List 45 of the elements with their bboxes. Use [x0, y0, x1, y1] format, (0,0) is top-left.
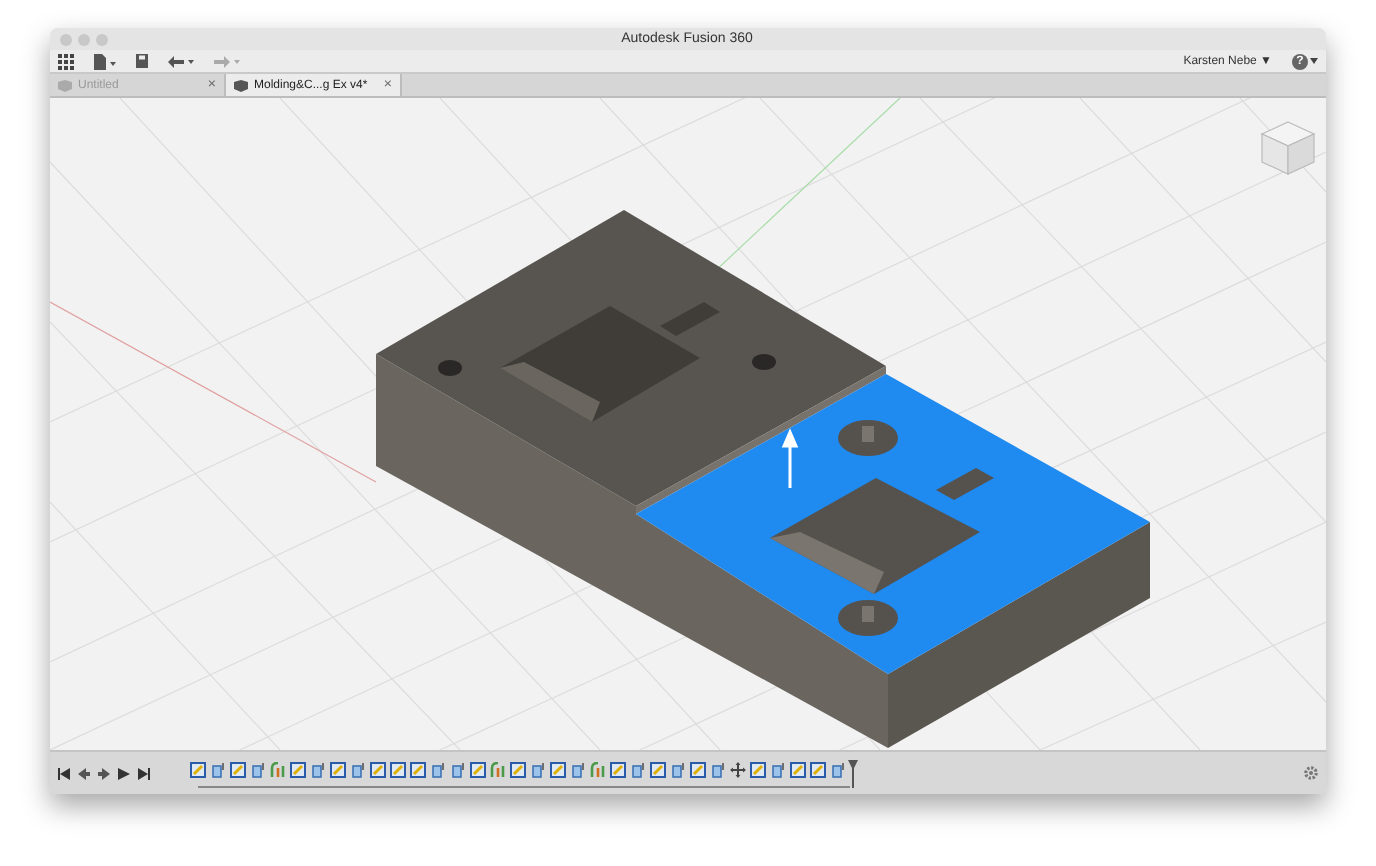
play-icon[interactable] — [118, 767, 130, 779]
sketch-icon[interactable] — [510, 762, 526, 778]
extrude-icon[interactable] — [770, 762, 786, 778]
extrude-icon[interactable] — [830, 762, 846, 778]
sketch-icon[interactable] — [610, 762, 626, 778]
extrude-icon[interactable] — [670, 762, 686, 778]
apps-grid-icon[interactable] — [58, 53, 74, 69]
sketch-icon[interactable] — [230, 762, 246, 778]
file-menu-icon[interactable] — [94, 53, 116, 69]
sketch-icon[interactable] — [410, 762, 426, 778]
extrude-icon[interactable] — [630, 762, 646, 778]
move-icon[interactable] — [730, 762, 746, 778]
caret-icon[interactable] — [1310, 58, 1318, 64]
sketch-icon[interactable] — [550, 762, 566, 778]
first-step-icon[interactable] — [58, 767, 70, 779]
sketch-icon[interactable] — [690, 762, 706, 778]
timeline-marker-icon[interactable] — [848, 759, 858, 787]
extrude-icon[interactable] — [710, 762, 726, 778]
undo-icon[interactable] — [168, 55, 194, 67]
extrude-icon[interactable] — [450, 762, 466, 778]
sketch-icon[interactable] — [750, 762, 766, 778]
sketch-icon[interactable] — [650, 762, 666, 778]
extrude-icon[interactable] — [570, 762, 586, 778]
part-icon — [234, 79, 248, 91]
previous-step-icon[interactable] — [78, 767, 90, 779]
sketch-icon[interactable] — [290, 762, 306, 778]
mold-block-drawing[interactable] — [376, 210, 1150, 748]
next-step-icon[interactable] — [98, 767, 110, 779]
last-step-icon[interactable] — [138, 767, 150, 779]
sketch-icon[interactable] — [390, 762, 406, 778]
sketch-icon[interactable] — [470, 762, 486, 778]
part-icon — [58, 79, 72, 91]
sketch-icon[interactable] — [810, 762, 826, 778]
sketch-icon[interactable] — [790, 762, 806, 778]
extrude-icon[interactable] — [530, 762, 546, 778]
extrude-icon[interactable] — [350, 762, 366, 778]
extrude-icon[interactable] — [430, 762, 446, 778]
extrude-icon[interactable] — [210, 762, 226, 778]
save-icon[interactable] — [136, 54, 148, 68]
sketch-icon[interactable] — [330, 762, 346, 778]
extrude-icon[interactable] — [310, 762, 326, 778]
sketch-icon[interactable] — [370, 762, 386, 778]
settings-icon[interactable] — [1304, 766, 1318, 780]
sketch-icon[interactable] — [190, 762, 206, 778]
extrude-icon[interactable] — [250, 762, 266, 778]
